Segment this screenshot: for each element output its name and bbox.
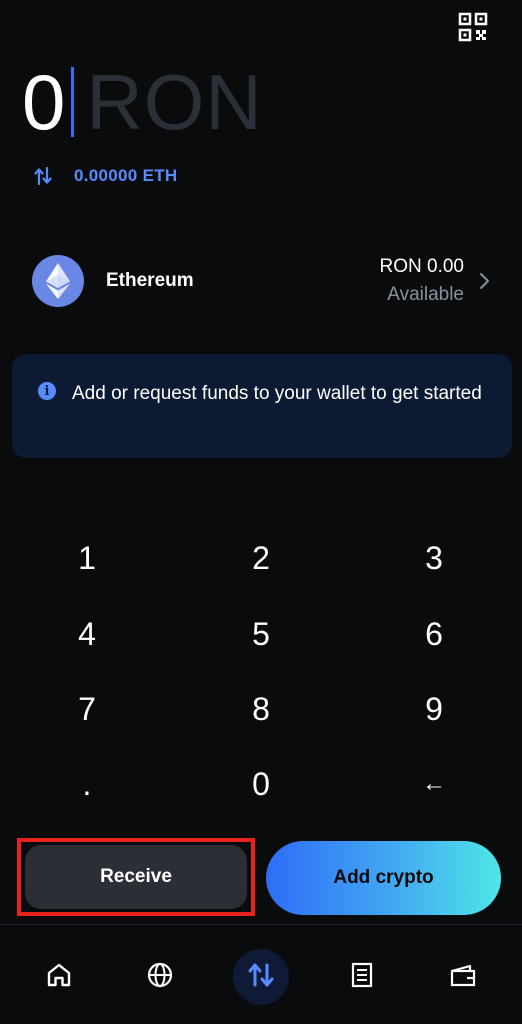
globe-icon xyxy=(146,961,174,994)
amount-unit: RON xyxy=(86,58,263,146)
swap-vertical-icon xyxy=(34,166,52,186)
asset-selector[interactable]: Ethereum RON 0.00 Available xyxy=(32,250,492,312)
currency-toggle[interactable]: 0.00000 ETH xyxy=(34,166,177,186)
amount-value: 0 xyxy=(22,58,65,146)
home-icon xyxy=(45,961,73,994)
info-banner: i Add or request funds to your wallet to… xyxy=(12,354,512,458)
amount-display: 0 RON xyxy=(22,62,263,142)
bottom-nav xyxy=(0,924,522,1024)
key-3[interactable]: 3 xyxy=(374,528,494,588)
qr-code-icon[interactable] xyxy=(458,12,488,42)
nav-home[interactable] xyxy=(31,949,87,1005)
trade-icon xyxy=(246,960,276,995)
info-banner-text: Add or request funds to your wallet to g… xyxy=(72,383,482,404)
key-1[interactable]: 1 xyxy=(27,528,147,588)
asset-name: Ethereum xyxy=(106,270,194,291)
backspace-key[interactable]: ← xyxy=(374,754,494,814)
nav-trade[interactable] xyxy=(233,949,289,1005)
key-4[interactable]: 4 xyxy=(27,604,147,664)
add-crypto-button[interactable]: Add crypto xyxy=(266,841,501,915)
key-2[interactable]: 2 xyxy=(201,528,321,588)
wallet-icon xyxy=(448,961,478,994)
key-5[interactable]: 5 xyxy=(201,604,321,664)
key-6[interactable]: 6 xyxy=(374,604,494,664)
asset-balance: RON 0.00 xyxy=(379,256,464,277)
activity-icon xyxy=(348,961,376,994)
key-0[interactable]: 0 xyxy=(201,754,321,814)
input-cursor xyxy=(71,67,75,137)
key-9[interactable]: 9 xyxy=(374,679,494,739)
nav-browser[interactable] xyxy=(132,949,188,1005)
converted-amount: 0.00000 ETH xyxy=(74,166,178,185)
key-decimal[interactable]: . xyxy=(27,754,147,814)
chevron-right-icon xyxy=(478,270,492,292)
ethereum-logo-icon xyxy=(32,255,84,307)
highlight-box xyxy=(17,838,255,916)
key-7[interactable]: 7 xyxy=(27,679,147,739)
asset-available-label: Available xyxy=(387,284,464,305)
key-8[interactable]: 8 xyxy=(201,679,321,739)
info-icon: i xyxy=(38,382,56,400)
nav-activity[interactable] xyxy=(334,949,390,1005)
nav-wallet[interactable] xyxy=(435,949,491,1005)
